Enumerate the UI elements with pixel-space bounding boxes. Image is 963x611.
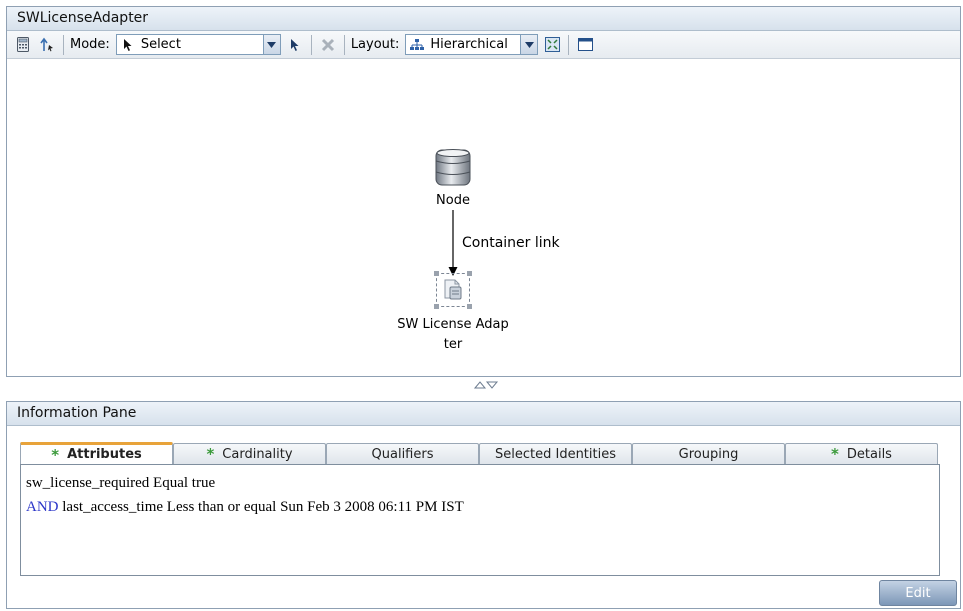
condition-text: last_access_time Less than or equal Sun … [62, 499, 464, 515]
chevron-down-icon[interactable] [262, 35, 280, 54]
info-tabs: * Attributes * Cardinality Qualifiers Se… [20, 442, 938, 464]
tab-label: Grouping [678, 446, 739, 462]
star-icon: * [206, 445, 215, 463]
tab-cardinality[interactable]: * Cardinality [173, 443, 326, 464]
layout-label: Layout: [350, 37, 400, 52]
tab-label: Qualifiers [371, 446, 434, 462]
graph-node-sw-license-adapter[interactable]: SW License Adap ter [390, 271, 516, 355]
toolbar: Mode: Select Layout: Hierarchical [7, 31, 960, 59]
layout-select[interactable]: Hierarchical [405, 34, 539, 55]
tab-label: Attributes [67, 447, 142, 462]
tab-attributes[interactable]: * Attributes [20, 442, 173, 464]
selection-box [434, 271, 472, 309]
pointer-icon [123, 38, 132, 51]
node-label-line-2: ter [443, 337, 463, 352]
information-pane-title: Information Pane [7, 402, 960, 426]
hierarchy-layout-icon [410, 38, 425, 50]
fit-to-window-icon[interactable] [542, 35, 562, 55]
and-keyword: AND [26, 499, 59, 515]
pointer-tool-icon[interactable] [285, 35, 305, 55]
tab-grouping[interactable]: Grouping [632, 443, 785, 464]
query-graph-panel: SWLicenseAdapter Mode: Select Layout: Hi… [6, 6, 961, 377]
graph-node-node[interactable]: Node [425, 147, 481, 208]
condition-line: sw_license_required Equal true [26, 471, 934, 495]
tab-label: Details [846, 446, 892, 462]
delete-icon[interactable] [318, 35, 338, 55]
toolbar-separator [568, 34, 570, 55]
condition-text: sw_license_required Equal true [26, 475, 216, 491]
tab-label: Selected Identities [495, 446, 616, 462]
tab-label: Cardinality [222, 446, 293, 462]
license-adapter-icon [444, 279, 462, 300]
edit-button[interactable]: Edit [879, 580, 957, 606]
edge-label: Container link [462, 235, 560, 251]
container-link-edge[interactable] [443, 210, 463, 282]
chevron-down-icon[interactable] [520, 35, 538, 54]
graph-canvas[interactable]: Node Container link SW License Adap ter [7, 60, 960, 376]
mode-label: Mode: [70, 37, 110, 52]
toolbar-separator [343, 34, 345, 55]
layout-select-value: Hierarchical [430, 37, 508, 52]
attributes-content: sw_license_required Equal true AND last_… [20, 464, 940, 576]
star-icon: * [51, 445, 60, 464]
tab-selected-identities[interactable]: Selected Identities [479, 443, 632, 464]
mode-select[interactable]: Select [115, 34, 281, 55]
star-icon: * [831, 445, 839, 463]
node-label: Node [436, 193, 470, 208]
node-label-line-1: SW License Adap [397, 317, 509, 332]
database-node-icon [435, 149, 471, 186]
hierarchy-up-icon[interactable] [37, 35, 57, 55]
toolbar-separator [63, 34, 64, 55]
condition-line: AND last_access_time Less than or equal … [26, 495, 934, 519]
splitter-collapse-icon[interactable] [472, 379, 500, 391]
mode-select-value: Select [140, 37, 181, 52]
window-icon[interactable] [575, 35, 595, 55]
panel-title: SWLicenseAdapter [7, 7, 960, 31]
toolbar-separator [310, 34, 312, 55]
tab-qualifiers[interactable]: Qualifiers [326, 443, 479, 464]
calculator-icon[interactable] [13, 35, 33, 55]
information-pane: Information Pane * Attributes * Cardinal… [6, 401, 961, 609]
tab-details[interactable]: * Details [785, 443, 938, 464]
